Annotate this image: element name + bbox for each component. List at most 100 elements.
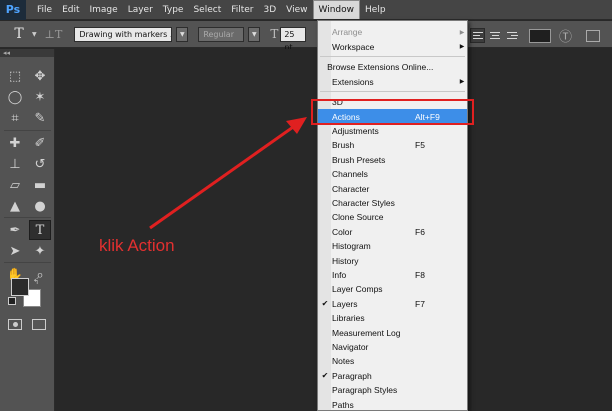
healing-icon[interactable]: ✚ xyxy=(4,133,26,153)
window-menu-item[interactable]: Measurement Log xyxy=(318,325,467,339)
menu-item-label: Brush Presets xyxy=(332,154,386,165)
menu-filter[interactable]: Filter xyxy=(226,0,258,20)
toolbox-collapse-icon[interactable]: ◂◂ xyxy=(0,49,54,57)
window-menu-item[interactable]: Info F8 xyxy=(318,268,467,282)
eyedropper-icon[interactable]: ✎ xyxy=(29,108,51,128)
menu-bar: Ps File Edit Image Layer Type Select Fil… xyxy=(0,0,612,20)
menu-window[interactable]: Window xyxy=(312,0,361,19)
menu-image[interactable]: Image xyxy=(85,0,123,20)
menu-item-label: Color xyxy=(332,226,353,237)
window-menu-item[interactable]: Adjustments xyxy=(318,124,467,138)
menu-item-label: History xyxy=(332,255,359,266)
move-icon[interactable]: ✥ xyxy=(29,66,51,86)
menu-item-label: Clone Source xyxy=(332,212,384,223)
menu-edit[interactable]: Edit xyxy=(57,0,84,20)
foreground-color-swatch[interactable] xyxy=(11,278,29,296)
window-menu-item[interactable]: Layer Comps xyxy=(318,282,467,296)
brush-icon[interactable]: ✐ xyxy=(29,133,51,153)
menu-type[interactable]: Type xyxy=(158,0,189,20)
blur-icon[interactable]: ▲ xyxy=(4,196,26,216)
font-size-field[interactable]: 25 pt xyxy=(280,26,307,52)
menu-view[interactable]: View xyxy=(281,0,312,20)
window-menu-item[interactable]: Brush Presets xyxy=(318,153,467,167)
crop-icon[interactable]: ⌗ xyxy=(4,108,26,128)
menu-item-label: Paths xyxy=(332,399,354,410)
window-menu-item[interactable]: ✔ Paragraph xyxy=(318,369,467,383)
menu-item-shortcut: F8 xyxy=(415,269,425,280)
window-menu-item[interactable]: Paths xyxy=(318,397,467,411)
toggle-panels-icon[interactable] xyxy=(586,29,601,42)
menu-item-label: Extensions xyxy=(332,76,374,87)
path-select-icon[interactable]: ➤ xyxy=(4,241,26,261)
font-style-dropdown-icon[interactable]: ▼ xyxy=(248,26,261,42)
menu-item-shortcut: F5 xyxy=(415,140,425,151)
menu-file[interactable]: File xyxy=(32,0,57,20)
window-menu-item[interactable]: Channels xyxy=(318,167,467,181)
window-menu-item[interactable]: Histogram xyxy=(318,239,467,253)
window-menu-item[interactable]: Libraries xyxy=(318,311,467,325)
menu-item-label: Character Styles xyxy=(332,197,395,208)
window-menu-item[interactable]: Brush F5 xyxy=(318,138,467,152)
window-menu-item[interactable]: Navigator xyxy=(318,340,467,354)
menu-item-label: Layers xyxy=(332,298,358,309)
menu-layer[interactable]: Layer xyxy=(123,0,158,20)
menu-item-label: Arrange xyxy=(332,27,363,38)
window-menu-item[interactable]: Clone Source xyxy=(318,210,467,224)
window-menu-item[interactable]: Browse Extensions Online... xyxy=(318,60,467,74)
screen-mode-icon[interactable] xyxy=(32,319,46,330)
window-menu-item[interactable]: Workspace ▶ xyxy=(318,39,467,53)
align-left-icon[interactable] xyxy=(470,28,485,43)
checkmark-icon: ✔ xyxy=(321,299,329,309)
annotation-label: klik Action xyxy=(99,236,175,255)
annotation-highlight-box xyxy=(311,99,474,125)
font-style-select[interactable]: Regular xyxy=(198,26,245,42)
swap-colors-icon[interactable]: ↰ xyxy=(33,278,39,286)
window-menu-item[interactable]: History xyxy=(318,253,467,267)
window-menu-item[interactable]: Paragraph Styles xyxy=(318,383,467,397)
window-menu-item[interactable]: Notes xyxy=(318,354,467,368)
window-menu-item[interactable]: Arrange ▶ xyxy=(318,25,467,39)
gradient-icon[interactable]: ▬ xyxy=(29,175,51,195)
font-family-dropdown-icon[interactable]: ▼ xyxy=(176,26,189,42)
type-tool-icon[interactable]: T xyxy=(6,23,32,45)
quick-mask-icon[interactable] xyxy=(8,319,22,330)
window-menu-item[interactable]: Color F6 xyxy=(318,225,467,239)
menu-select[interactable]: Select xyxy=(188,0,226,20)
menu-item-label: Layer Comps xyxy=(332,284,383,295)
align-center-icon[interactable] xyxy=(487,28,502,43)
warp-text-icon[interactable]: Ⓣ xyxy=(559,26,572,45)
window-menu-item[interactable]: Character xyxy=(318,181,467,195)
menu-item-label: Measurement Log xyxy=(332,327,401,338)
menu-item-label: Histogram xyxy=(332,241,371,252)
history-brush-icon[interactable]: ↺ xyxy=(29,154,51,174)
menu-separator xyxy=(320,91,465,92)
lasso-icon[interactable]: ◯ xyxy=(4,87,26,107)
magic-wand-icon[interactable]: ✶ xyxy=(29,87,51,107)
window-menu-item[interactable]: ✔ Layers F7 xyxy=(318,297,467,311)
text-orientation-icon[interactable]: ⊥T xyxy=(45,28,63,41)
stamp-icon[interactable]: ⊥ xyxy=(4,154,26,174)
marquee-icon[interactable]: ⬚ xyxy=(4,66,26,86)
text-color-swatch[interactable] xyxy=(529,28,551,43)
menu-item-label: Libraries xyxy=(332,313,365,324)
menu-item-label: Paragraph xyxy=(332,370,372,381)
menu-3d[interactable]: 3D xyxy=(259,0,282,20)
checkmark-icon: ✔ xyxy=(321,371,329,381)
menu-item-label: Workspace xyxy=(332,41,375,52)
font-family-select[interactable]: Drawing with markers ... xyxy=(74,26,173,42)
align-right-icon[interactable] xyxy=(504,28,519,43)
window-menu-item[interactable]: Character Styles xyxy=(318,196,467,210)
submenu-arrow-icon: ▶ xyxy=(459,29,465,36)
eraser-icon[interactable]: ▱ xyxy=(4,175,26,195)
menu-help[interactable]: Help xyxy=(360,0,391,20)
tool-preset-dropdown-icon[interactable]: ▼ xyxy=(32,31,37,38)
shape-icon[interactable]: ✦ xyxy=(29,241,51,261)
toolbox-divider xyxy=(4,217,51,218)
type-icon[interactable]: T xyxy=(29,220,51,240)
default-colors-icon[interactable] xyxy=(8,297,16,305)
dodge-icon[interactable]: ● xyxy=(29,196,51,216)
window-menu-item[interactable]: Extensions ▶ xyxy=(318,74,467,88)
toolbox-divider xyxy=(4,130,51,131)
pen-icon[interactable]: ✒ xyxy=(4,220,26,240)
menu-item-label: Notes xyxy=(332,356,355,367)
